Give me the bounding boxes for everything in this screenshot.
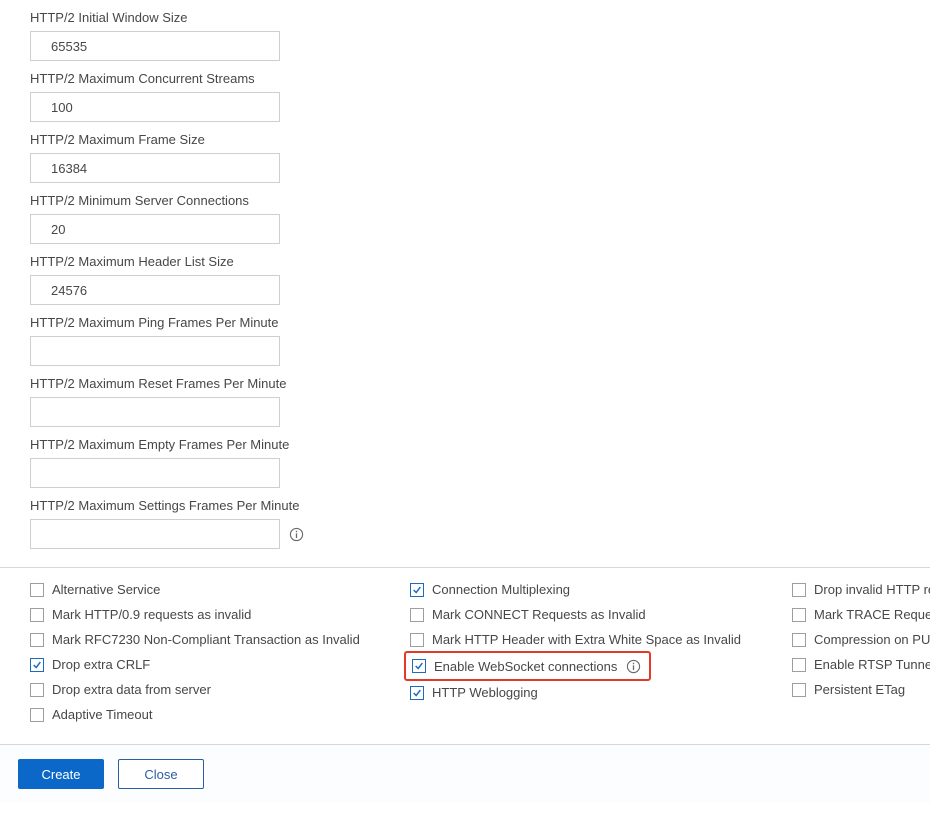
checkbox-alternative-service[interactable] — [30, 583, 44, 597]
checkbox-compression-on-push-packet[interactable] — [792, 633, 806, 647]
checkbox-label: Enable RTSP Tunnel — [814, 657, 930, 672]
checkbox-mark-connect-requests-as-invalid[interactable] — [410, 608, 424, 622]
checkbox-label: Enable WebSocket connections — [434, 659, 617, 674]
info-icon[interactable] — [625, 658, 641, 674]
input-http-2-maximum-ping-frames-per-minute[interactable] — [30, 336, 280, 366]
input-http-2-maximum-header-list-size[interactable] — [30, 275, 280, 305]
checkbox-label: Connection Multiplexing — [432, 582, 570, 597]
checkbox-drop-extra-crlf[interactable] — [30, 658, 44, 672]
checkbox-label: Drop extra data from server — [52, 682, 211, 697]
checkbox-enable-websocket-connections[interactable] — [412, 659, 426, 673]
checkbox-connection-multiplexing[interactable] — [410, 583, 424, 597]
checkbox-label: Mark HTTP Header with Extra White Space … — [432, 632, 741, 647]
checkbox-label: Drop invalid HTTP requests — [814, 582, 930, 597]
checkbox-mark-http-header-with-extra-white-space-as-invalid[interactable] — [410, 633, 424, 647]
info-icon[interactable] — [288, 526, 304, 542]
field-label-http-2-maximum-empty-frames-per-minute: HTTP/2 Maximum Empty Frames Per Minute — [30, 437, 930, 452]
checkbox-label: Mark HTTP/0.9 requests as invalid — [52, 607, 251, 622]
field-label-http-2-minimum-server-connections: HTTP/2 Minimum Server Connections — [30, 193, 930, 208]
field-label-http-2-maximum-reset-frames-per-minute: HTTP/2 Maximum Reset Frames Per Minute — [30, 376, 930, 391]
checkbox-mark-http-0-9-requests-as-invalid[interactable] — [30, 608, 44, 622]
checkbox-label: Alternative Service — [52, 582, 160, 597]
input-http-2-maximum-empty-frames-per-minute[interactable] — [30, 458, 280, 488]
checkbox-label: Drop extra CRLF — [52, 657, 150, 672]
field-label-http-2-maximum-header-list-size: HTTP/2 Maximum Header List Size — [30, 254, 930, 269]
checkbox-persistent-etag[interactable] — [792, 683, 806, 697]
field-label-http-2-maximum-settings-frames-per-minute: HTTP/2 Maximum Settings Frames Per Minut… — [30, 498, 930, 513]
field-label-http-2-maximum-concurrent-streams: HTTP/2 Maximum Concurrent Streams — [30, 71, 930, 86]
input-http-2-maximum-frame-size[interactable] — [30, 153, 280, 183]
field-label-http-2-initial-window-size: HTTP/2 Initial Window Size — [30, 10, 930, 25]
highlight-box: Enable WebSocket connections — [404, 651, 651, 681]
input-http-2-maximum-reset-frames-per-minute[interactable] — [30, 397, 280, 427]
close-button[interactable]: Close — [118, 759, 204, 789]
checkbox-drop-extra-data-from-server[interactable] — [30, 683, 44, 697]
checkbox-mark-trace-requests-as-invalid[interactable] — [792, 608, 806, 622]
create-button[interactable]: Create — [18, 759, 104, 789]
input-http-2-maximum-settings-frames-per-minute[interactable] — [30, 519, 280, 549]
checkbox-label: Adaptive Timeout — [52, 707, 152, 722]
checkbox-enable-rtsp-tunnel[interactable] — [792, 658, 806, 672]
checkbox-adaptive-timeout[interactable] — [30, 708, 44, 722]
checkbox-label: HTTP Weblogging — [432, 685, 538, 700]
input-http-2-maximum-concurrent-streams[interactable] — [30, 92, 280, 122]
checkbox-label: Persistent ETag — [814, 682, 905, 697]
checkbox-mark-rfc7230-non-compliant-transaction-as-invalid[interactable] — [30, 633, 44, 647]
field-label-http-2-maximum-ping-frames-per-minute: HTTP/2 Maximum Ping Frames Per Minute — [30, 315, 930, 330]
checkbox-label: Mark CONNECT Requests as Invalid — [432, 607, 646, 622]
checkbox-label: Compression on PUSH packet — [814, 632, 930, 647]
checkbox-http-weblogging[interactable] — [410, 686, 424, 700]
checkbox-drop-invalid-http-requests[interactable] — [792, 583, 806, 597]
input-http-2-minimum-server-connections[interactable] — [30, 214, 280, 244]
field-label-http-2-maximum-frame-size: HTTP/2 Maximum Frame Size — [30, 132, 930, 147]
checkbox-label: Mark RFC7230 Non-Compliant Transaction a… — [52, 632, 360, 647]
input-http-2-initial-window-size[interactable] — [30, 31, 280, 61]
checkbox-label: Mark TRACE Requests as Invalid — [814, 607, 930, 622]
